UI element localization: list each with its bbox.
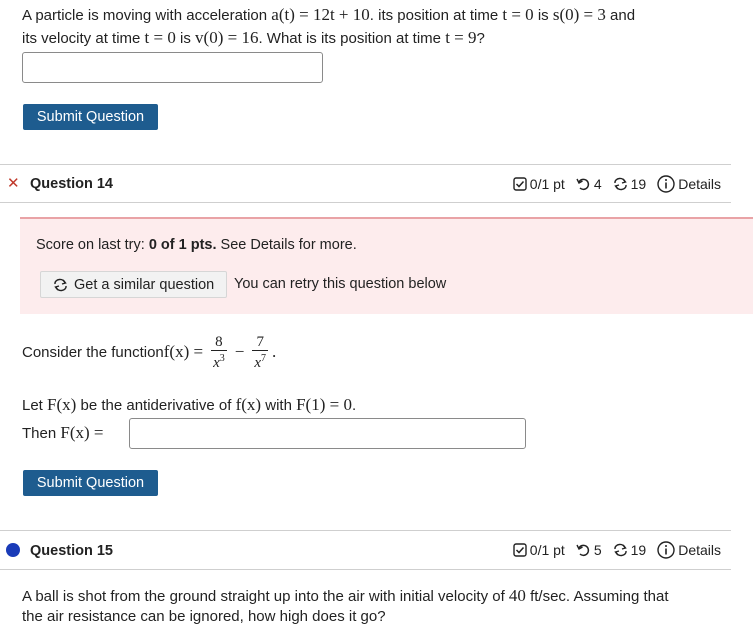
incorrect-icon: ✕	[7, 175, 20, 192]
q15-tries: 5	[593, 542, 602, 558]
q14-title: Question 14	[30, 176, 113, 192]
q14-meta: 0/1 pt 4 19 Details	[513, 175, 721, 193]
info-icon[interactable]	[657, 175, 675, 193]
q14-score: 0/1 pt	[529, 176, 565, 192]
q14-text: .	[351, 397, 357, 414]
variable: x	[213, 354, 220, 371]
q13-math: a(t) = 12t + 10	[271, 5, 370, 24]
fraction: 8 x3	[211, 334, 227, 371]
q15-math: 40	[508, 586, 526, 605]
q14-details-link[interactable]: Details	[678, 176, 721, 192]
q14-math: F(x)	[47, 395, 77, 414]
q14-math: F(1) = 0	[296, 395, 352, 414]
q14-answer-input[interactable]	[129, 418, 526, 449]
divider	[0, 202, 731, 203]
q14-math: f(x)	[235, 395, 262, 414]
q13-text: . its position at time	[369, 7, 503, 24]
q13-text-line-1: A particle is moving with acceleration a…	[22, 4, 635, 27]
last-try-score-text: Score on last try: 0 of 1 pts. See Detai…	[36, 237, 357, 253]
q14-submit-button[interactable]: Submit Question	[23, 470, 158, 496]
regen-icon	[54, 278, 67, 291]
q14-feedback-panel: Score on last try: 0 of 1 pts. See Detai…	[20, 217, 753, 314]
then-line: Then F(x) =	[22, 422, 103, 445]
divider	[0, 530, 731, 531]
q13-text: is	[175, 30, 196, 47]
similar-question-button[interactable]: Get a similar question	[40, 271, 227, 298]
exponent: 3	[219, 352, 225, 364]
feedback-score: 0 of 1 pts.	[148, 237, 217, 253]
q14-regens: 19	[630, 176, 647, 192]
function-definition: Consider the function f(x) = 8 x3 − 7 x7…	[22, 330, 276, 374]
tries-icon	[576, 544, 589, 557]
q15-text: ft/sec. Assuming that	[525, 588, 669, 605]
tries-icon	[576, 178, 589, 191]
q14-tries: 4	[593, 176, 602, 192]
denominator: x7	[252, 349, 269, 371]
q13-text: A particle is moving with acceleration	[22, 7, 272, 24]
info-icon[interactable]	[657, 541, 675, 559]
q13-math: t = 0	[144, 28, 176, 47]
q15-details-link[interactable]: Details	[678, 542, 721, 558]
current-question-dot-icon	[6, 543, 20, 557]
fraction: 7 x7	[252, 333, 269, 371]
q13-answer-input[interactable]	[22, 52, 323, 83]
feedback-suffix: See Details for more.	[216, 237, 357, 253]
feedback-prefix: Score on last try:	[36, 237, 149, 253]
q14-text: with	[261, 397, 297, 414]
divider	[0, 164, 731, 165]
retry-text: You can retry this question below	[234, 276, 447, 292]
q13-math: t = 0	[502, 5, 534, 24]
regen-icon	[613, 177, 627, 191]
q15-regens: 19	[630, 542, 647, 558]
antiderivative-line: Let F(x) be the antiderivative of f(x) w…	[22, 394, 356, 417]
q13-math: t = 9	[445, 28, 477, 47]
minus-sign: −	[234, 342, 245, 361]
function-lhs: f(x) =	[163, 342, 204, 361]
numerator: 8	[215, 333, 223, 350]
q13-math: s(0) = 3	[552, 5, 606, 24]
q13-text-line-2: its velocity at time t = 0 is v(0) = 16.…	[22, 27, 485, 50]
q13-text: ?	[476, 30, 485, 47]
q15-text: A ball is shot from the ground straight …	[22, 588, 509, 605]
regen-icon	[613, 543, 627, 557]
q13-text: . What is its position at time	[258, 30, 446, 47]
q13-text: its velocity at time	[22, 30, 145, 47]
q13-submit-button[interactable]: Submit Question	[23, 104, 158, 130]
numerator: 7	[256, 333, 264, 350]
function-intro: Consider the function	[22, 343, 164, 361]
q15-score: 0/1 pt	[529, 542, 565, 558]
q13-text: is	[533, 7, 553, 24]
period: .	[272, 342, 277, 361]
q14-text: be the antiderivative of	[76, 397, 236, 414]
q15-title: Question 15	[30, 543, 113, 559]
q15-meta: 0/1 pt 5 19 Details	[513, 541, 721, 559]
q14-math: F(x) =	[60, 423, 104, 442]
score-icon	[513, 543, 527, 557]
denominator: x3	[211, 349, 227, 371]
score-icon	[513, 177, 527, 191]
q14-text: Then	[22, 425, 61, 442]
similar-question-label: Get a similar question	[74, 276, 215, 293]
q14-text: Let	[22, 397, 48, 414]
q13-math: v(0) = 16	[195, 28, 259, 47]
divider	[0, 569, 731, 570]
q13-text: and	[605, 7, 636, 24]
q15-text-line-2: the air resistance can be ignored, how h…	[22, 608, 386, 625]
exponent: 7	[261, 352, 267, 364]
q15-text-line-1: A ball is shot from the ground straight …	[22, 585, 669, 608]
